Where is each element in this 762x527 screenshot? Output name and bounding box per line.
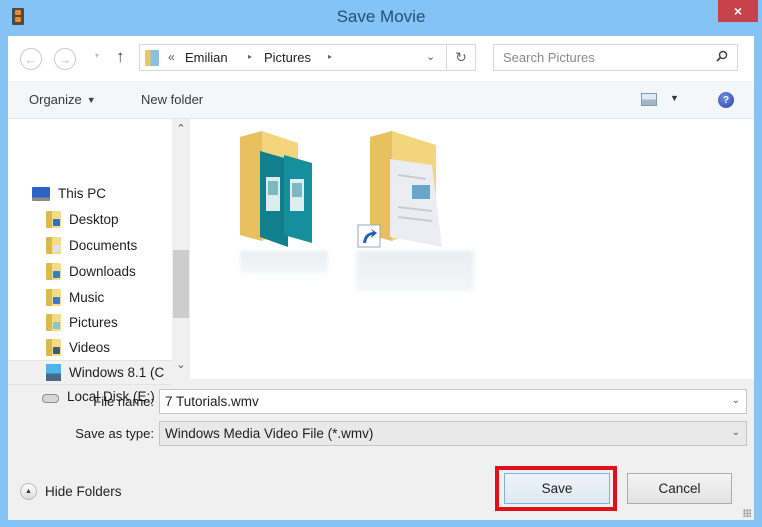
navigation-pane: This PC Desktop Documents Downloads Musi… xyxy=(8,119,190,404)
windows-drive-icon xyxy=(46,364,61,381)
nav-item-desktop[interactable]: Desktop xyxy=(8,207,172,232)
command-toolbar: Organize ▼ New folder ▼ ? xyxy=(8,81,754,119)
nav-item-this-pc[interactable]: This PC xyxy=(8,181,172,206)
forward-button[interactable]: → xyxy=(54,48,76,70)
file-name-input[interactable] xyxy=(165,394,715,409)
breadcrumb-separator-icon[interactable]: ▸ xyxy=(248,52,252,61)
nav-item-label: Downloads xyxy=(69,264,136,279)
chevron-down-icon[interactable]: ⌄ xyxy=(732,395,740,406)
close-button[interactable]: × xyxy=(718,0,758,22)
hide-folders-label: Hide Folders xyxy=(45,484,122,499)
nav-item-videos[interactable]: Videos xyxy=(8,335,172,360)
resize-grip[interactable] xyxy=(743,509,751,517)
scroll-up-arrow-icon[interactable]: ⌃ xyxy=(172,122,190,140)
address-dropdown-icon[interactable]: ⌄ xyxy=(426,50,435,63)
pictures-folder-icon xyxy=(145,50,159,66)
folder-item[interactable] xyxy=(232,129,352,289)
breadcrumb-separator-icon[interactable]: ▸ xyxy=(328,52,332,61)
downloads-folder-icon xyxy=(46,263,61,280)
save-movie-dialog: Save Movie × ← → ▾ ↑ « Emilian ▸ Picture… xyxy=(0,0,762,527)
cancel-button[interactable]: Cancel xyxy=(627,473,732,504)
nav-item-label: Pictures xyxy=(69,315,118,330)
save-as-type-select[interactable]: Windows Media Video File (*.wmv) ⌄ xyxy=(159,421,747,446)
window-title: Save Movie xyxy=(336,7,426,26)
nav-item-label: Windows 8.1 (C xyxy=(69,365,165,380)
organize-menu-button[interactable]: Organize ▼ xyxy=(29,92,96,107)
pictures-library-folder-icon xyxy=(240,131,312,247)
nav-pane-scrollbar[interactable]: ⌃ ⌄ xyxy=(172,119,190,379)
hide-folders-button[interactable]: ▲ Hide Folders xyxy=(20,483,122,500)
address-bar[interactable]: « Emilian ▸ Pictures ▸ ⌄ xyxy=(139,44,447,71)
caret-down-icon: ▼ xyxy=(86,95,96,105)
documents-folder-icon xyxy=(46,237,61,254)
organize-label: Organize xyxy=(29,92,82,107)
breadcrumb-emilian[interactable]: Emilian xyxy=(185,50,228,65)
save-as-type-label: Save as type: xyxy=(75,426,154,441)
nav-item-label: Music xyxy=(69,290,105,305)
nav-item-pictures[interactable]: Pictures xyxy=(8,310,172,335)
nav-item-music[interactable]: Music xyxy=(8,285,172,310)
folder-name-redacted xyxy=(356,251,474,291)
search-input[interactable] xyxy=(494,45,709,70)
search-icon[interactable] xyxy=(716,50,728,62)
file-list-pane xyxy=(190,119,754,379)
save-button[interactable]: Save xyxy=(504,473,610,504)
dialog-client-area: ← → ▾ ↑ « Emilian ▸ Pictures ▸ ⌄ ↻ Searc… xyxy=(8,36,754,520)
nav-item-label: Documents xyxy=(69,238,138,253)
folder-name-redacted xyxy=(240,251,328,273)
breadcrumb-pictures[interactable]: Pictures xyxy=(264,50,311,65)
refresh-button[interactable]: ↻ xyxy=(447,44,476,71)
search-box[interactable] xyxy=(493,44,738,71)
scroll-down-arrow-icon[interactable]: ⌄ xyxy=(172,358,190,376)
title-bar: Save Movie × xyxy=(0,0,762,36)
nav-item-documents[interactable]: Documents xyxy=(8,233,172,258)
change-view-icon[interactable] xyxy=(641,93,657,106)
computer-icon xyxy=(32,186,50,201)
recent-locations-icon[interactable]: ▾ xyxy=(95,51,99,60)
documents-shortcut-folder-icon xyxy=(357,131,442,248)
videos-folder-icon xyxy=(46,339,61,356)
breadcrumb-overflow[interactable]: « xyxy=(168,50,175,64)
nav-item-windows-drive[interactable]: Windows 8.1 (C xyxy=(8,360,172,385)
nav-item-label: Desktop xyxy=(69,212,119,227)
nav-item-label: Videos xyxy=(69,340,111,355)
nav-item-downloads[interactable]: Downloads xyxy=(8,259,172,284)
hard-drive-icon xyxy=(42,393,59,403)
help-icon[interactable]: ? xyxy=(718,92,734,108)
file-name-label: File name: xyxy=(93,394,154,409)
view-options-caret-icon[interactable]: ▼ xyxy=(670,93,679,103)
file-name-combobox[interactable]: ⌄ xyxy=(159,389,747,414)
desktop-folder-icon xyxy=(46,211,61,228)
up-button[interactable]: ↑ xyxy=(116,47,125,67)
new-folder-button[interactable]: New folder xyxy=(141,92,203,107)
back-button[interactable]: ← xyxy=(20,48,42,70)
folder-item[interactable] xyxy=(356,129,476,291)
navigation-bar: ← → ▾ ↑ « Emilian ▸ Pictures ▸ ⌄ ↻ xyxy=(8,36,754,81)
chevron-down-icon[interactable]: ⌄ xyxy=(732,427,740,438)
pictures-folder-icon xyxy=(46,314,61,331)
music-folder-icon xyxy=(46,289,61,306)
collapse-up-icon: ▲ xyxy=(20,483,37,500)
save-as-type-value: Windows Media Video File (*.wmv) xyxy=(165,426,374,441)
scrollbar-thumb[interactable] xyxy=(173,250,189,318)
nav-item-label: This PC xyxy=(58,186,107,201)
